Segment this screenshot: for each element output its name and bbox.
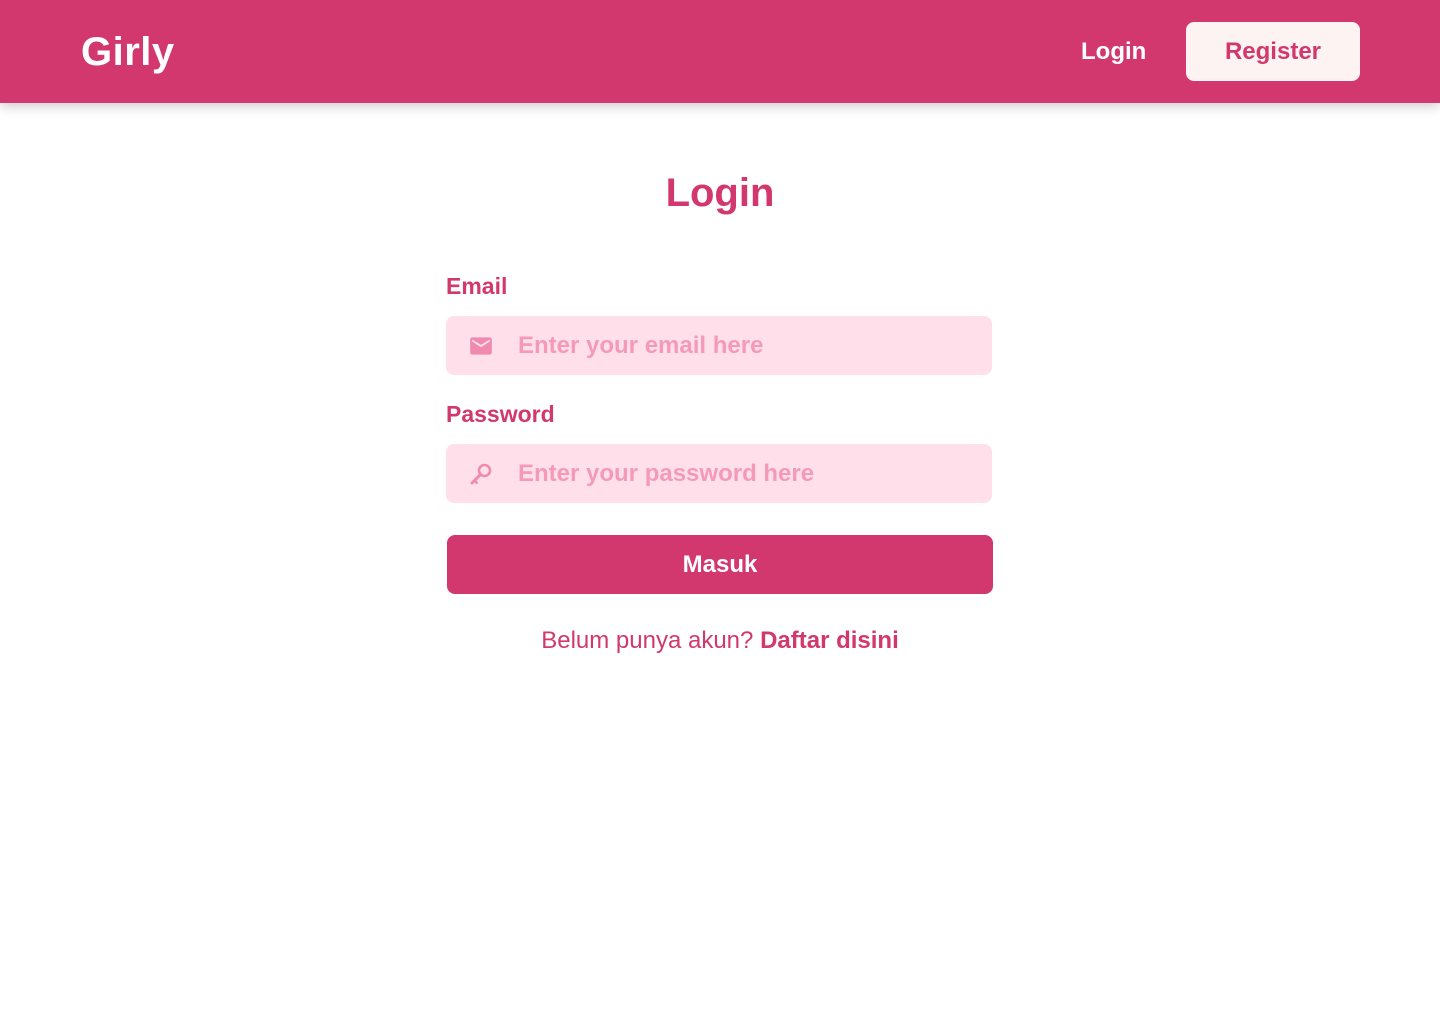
nav-register-button[interactable]: Register	[1186, 22, 1360, 81]
navbar: Girly Login Register	[0, 0, 1440, 103]
password-field-container[interactable]	[446, 444, 992, 503]
brand-logo[interactable]: Girly	[81, 28, 175, 76]
page-title: Login	[665, 171, 775, 215]
email-input[interactable]	[518, 316, 978, 375]
password-label: Password	[446, 401, 555, 427]
password-input[interactable]	[518, 444, 978, 503]
register-prompt-text: Belum punya akun?	[541, 627, 754, 654]
nav-login-link[interactable]: Login	[1081, 37, 1146, 67]
submit-button[interactable]: Masuk	[447, 535, 993, 594]
key-icon	[468, 461, 494, 487]
email-field-container[interactable]	[446, 316, 992, 375]
mail-icon	[468, 333, 494, 359]
register-prompt: Belum punya akun? Daftar disini	[0, 626, 1440, 656]
register-link[interactable]: Daftar disini	[760, 627, 899, 654]
email-label: Email	[446, 273, 508, 299]
